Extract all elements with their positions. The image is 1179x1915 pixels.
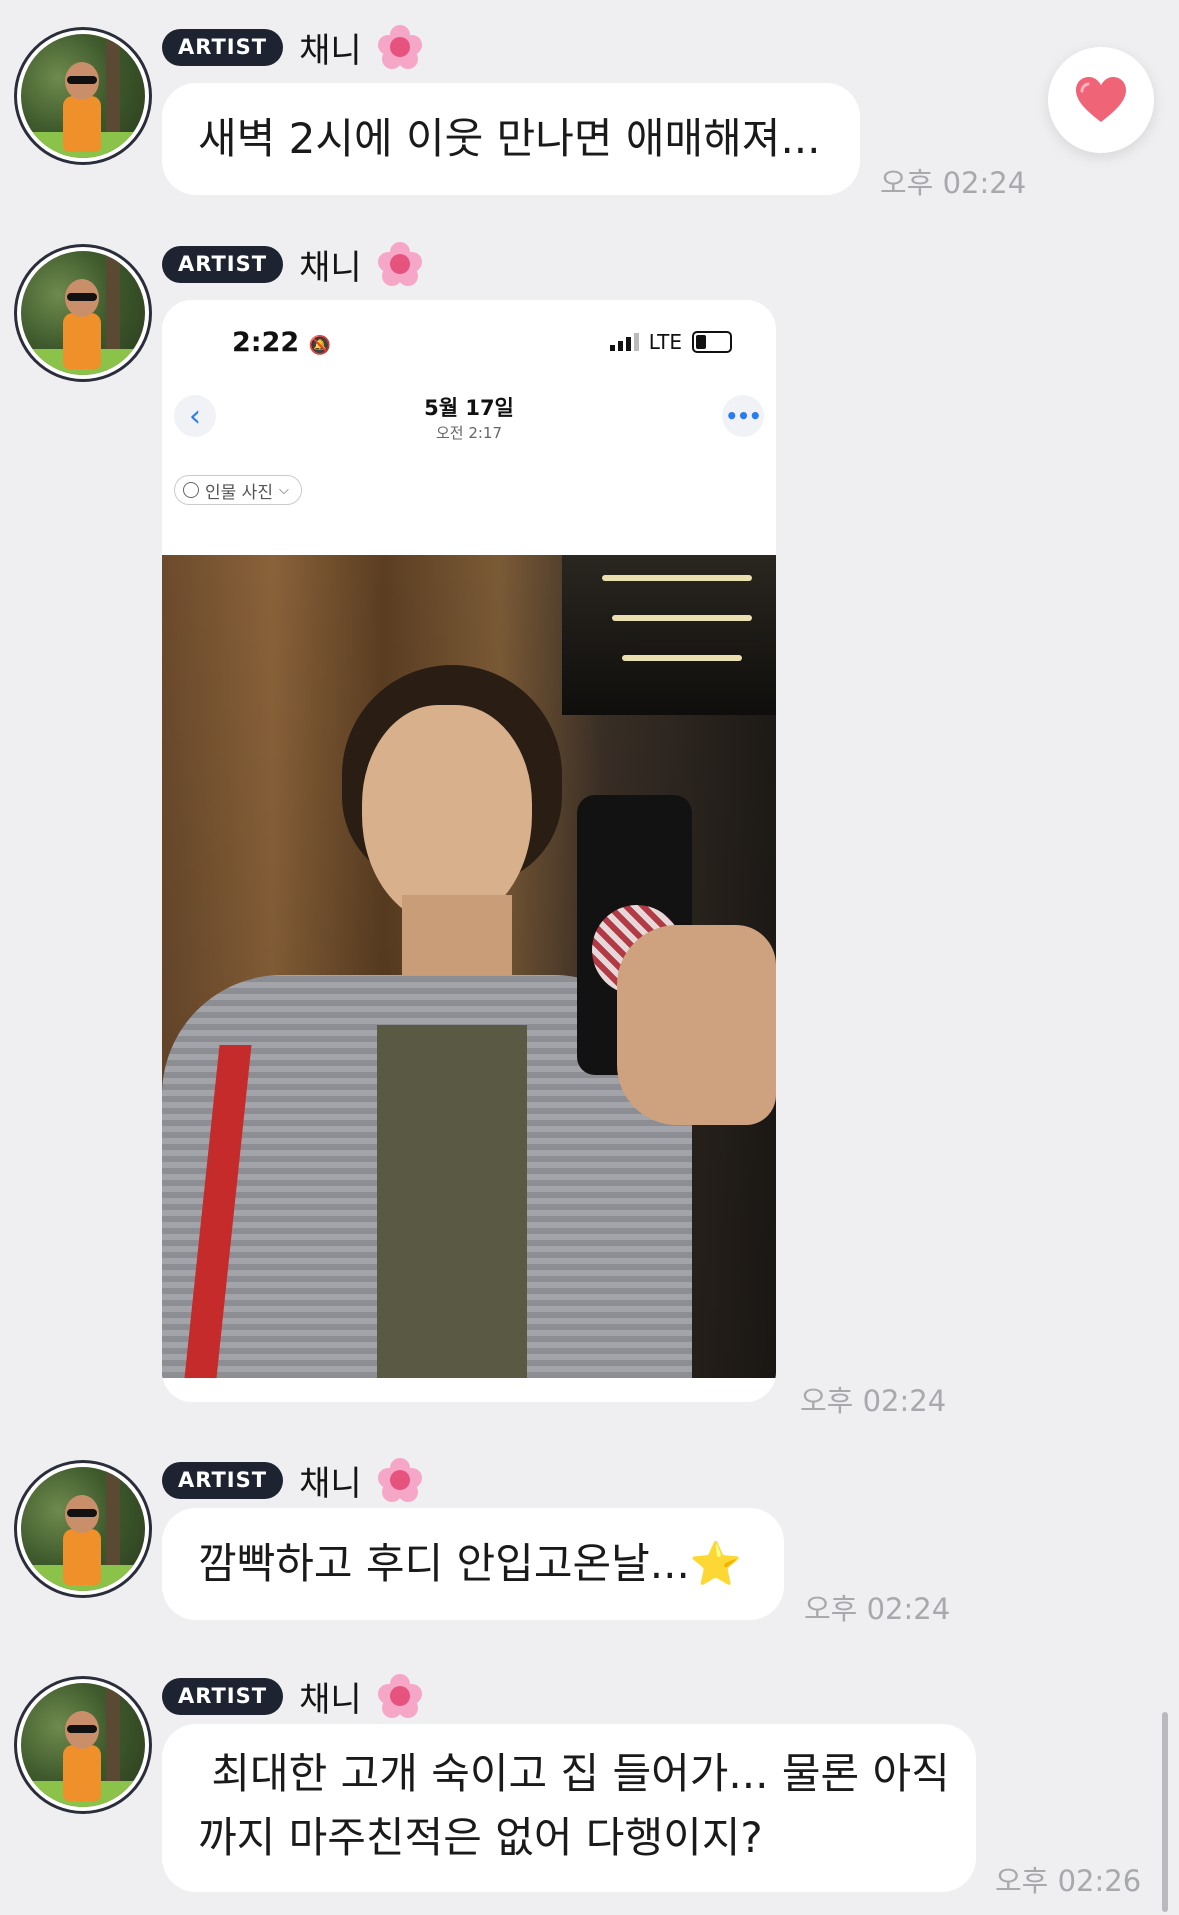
message-header: ARTIST 채니 — [162, 1674, 422, 1720]
message-header: ARTIST 채니 — [162, 1458, 422, 1504]
artist-name: 채니 — [299, 30, 362, 71]
message-text: 새벽 2시에 이웃 만나면 애매해져... — [198, 114, 821, 163]
message-time: 오후 02:24 — [800, 1384, 947, 1418]
heart-icon — [1074, 76, 1128, 124]
artist-badge: ARTIST — [162, 28, 284, 66]
cherry-blossom-icon — [377, 242, 422, 286]
chip-label: 인물 사진 — [205, 482, 273, 503]
cherry-blossom-icon — [377, 1458, 422, 1502]
artist-badge: ARTIST — [162, 1461, 284, 1499]
message-text-line: 최대한 고개 숙이고 집 들어가... 물론 아직 — [198, 1749, 950, 1798]
aperture-icon — [183, 482, 199, 498]
message-header: ARTIST 채니 — [162, 242, 422, 288]
image-message[interactable]: 2:22 🔕 LTE ‹ 5월 17일 오전 2:17 ••• 인물 사진 ⌵ — [162, 300, 776, 1402]
message-header: ARTIST 채니 — [162, 25, 422, 71]
message-bubble[interactable]: 최대한 고개 숙이고 집 들어가... 물론 아직 까지 마주친적은 없어 다행… — [162, 1724, 976, 1892]
status-icons: LTE — [609, 330, 732, 354]
message-bubble[interactable]: 깜빡하고 후디 안입고온날...⭐️ — [162, 1508, 784, 1620]
avatar[interactable] — [14, 1676, 152, 1814]
message-text: 깜빡하고 후디 안입고온날...⭐️ — [198, 1539, 743, 1588]
cherry-blossom-icon — [377, 25, 422, 69]
message-time: 오후 02:24 — [804, 1592, 951, 1626]
more-icon: ••• — [722, 395, 764, 437]
artist-name: 채니 — [299, 1463, 362, 1504]
avatar[interactable] — [14, 244, 152, 382]
avatar-photo — [21, 34, 145, 158]
chevron-down-icon: ⌵ — [278, 482, 289, 498]
signal-icon — [609, 333, 639, 351]
status-time: 2:22 🔕 — [232, 327, 331, 358]
message-time: 오후 02:24 — [880, 166, 1027, 200]
artist-name: 채니 — [299, 247, 362, 288]
selfie-photo — [162, 555, 776, 1378]
scrollbar[interactable] — [1162, 1712, 1168, 1912]
message-time: 오후 02:26 — [995, 1864, 1142, 1898]
network-label: LTE — [648, 330, 682, 354]
battery-icon — [692, 331, 732, 353]
embedded-screenshot-header: 2:22 🔕 LTE ‹ 5월 17일 오전 2:17 ••• 인물 사진 ⌵ — [162, 300, 776, 555]
portrait-chip: 인물 사진 ⌵ — [174, 475, 302, 505]
photo-date: 5월 17일 — [424, 396, 514, 420]
artist-badge: ARTIST — [162, 245, 284, 283]
like-button[interactable] — [1048, 47, 1154, 153]
message-text-line: 까지 마주친적은 없어 다행이지? — [198, 1813, 763, 1862]
avatar[interactable] — [14, 1460, 152, 1598]
bell-slash-icon: 🔕 — [308, 335, 331, 356]
artist-badge: ARTIST — [162, 1677, 284, 1715]
artist-name: 채니 — [299, 1679, 362, 1720]
avatar[interactable] — [14, 27, 152, 165]
photo-time: 오전 2:17 — [435, 424, 503, 442]
cherry-blossom-icon — [377, 1674, 422, 1718]
avatar-photo — [21, 251, 145, 375]
message-bubble[interactable]: 새벽 2시에 이웃 만나면 애매해져... — [162, 83, 860, 195]
avatar-photo — [21, 1683, 145, 1807]
avatar-photo — [21, 1467, 145, 1591]
